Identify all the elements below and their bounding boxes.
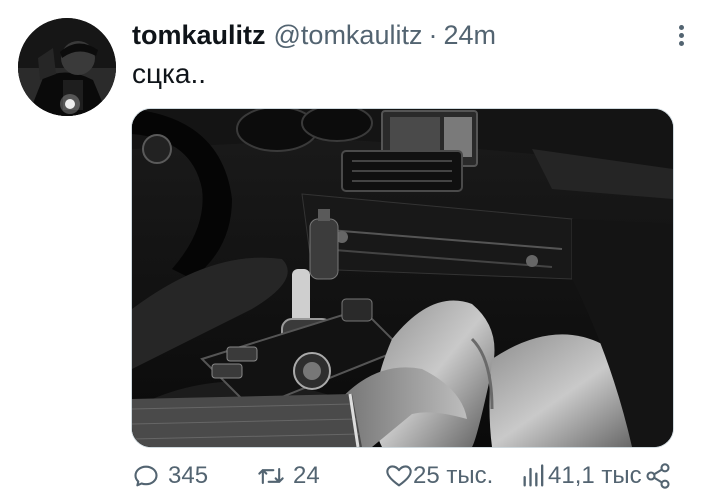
tweet-media[interactable] xyxy=(131,108,674,448)
avatar[interactable] xyxy=(18,18,116,116)
retweet-button[interactable]: 24 xyxy=(257,458,320,494)
retweet-count: 24 xyxy=(293,462,320,489)
tweet-timestamp[interactable]: 24m xyxy=(443,20,496,51)
views-icon xyxy=(523,464,544,487)
more-options-icon[interactable] xyxy=(672,22,690,50)
tweet-header: tomkaulitz @tomkaulitz · 24m xyxy=(132,20,496,52)
share-button[interactable] xyxy=(644,458,672,494)
tweet-text: сцка.. xyxy=(132,58,207,89)
reply-button[interactable]: 345 xyxy=(132,458,208,494)
reply-count: 345 xyxy=(168,462,209,489)
reply-icon xyxy=(134,465,158,487)
car-interior-photo xyxy=(132,109,673,447)
views-button[interactable]: 41,1 тыс xyxy=(520,458,642,494)
like-count: 25 тыс. xyxy=(413,462,494,489)
avatar-image xyxy=(18,18,116,116)
display-name[interactable]: tomkaulitz xyxy=(132,20,266,51)
like-button[interactable]: 25 тыс. xyxy=(385,458,493,494)
views-count: 41,1 тыс xyxy=(548,462,642,489)
user-handle[interactable]: @tomkaulitz xyxy=(274,20,423,51)
retweet-icon xyxy=(258,467,284,485)
separator-dot: · xyxy=(428,20,438,50)
share-icon xyxy=(646,463,670,489)
tweet-actions: 345 24 25 тыс. 41,1 тыс xyxy=(132,458,692,494)
heart-icon xyxy=(386,465,412,487)
